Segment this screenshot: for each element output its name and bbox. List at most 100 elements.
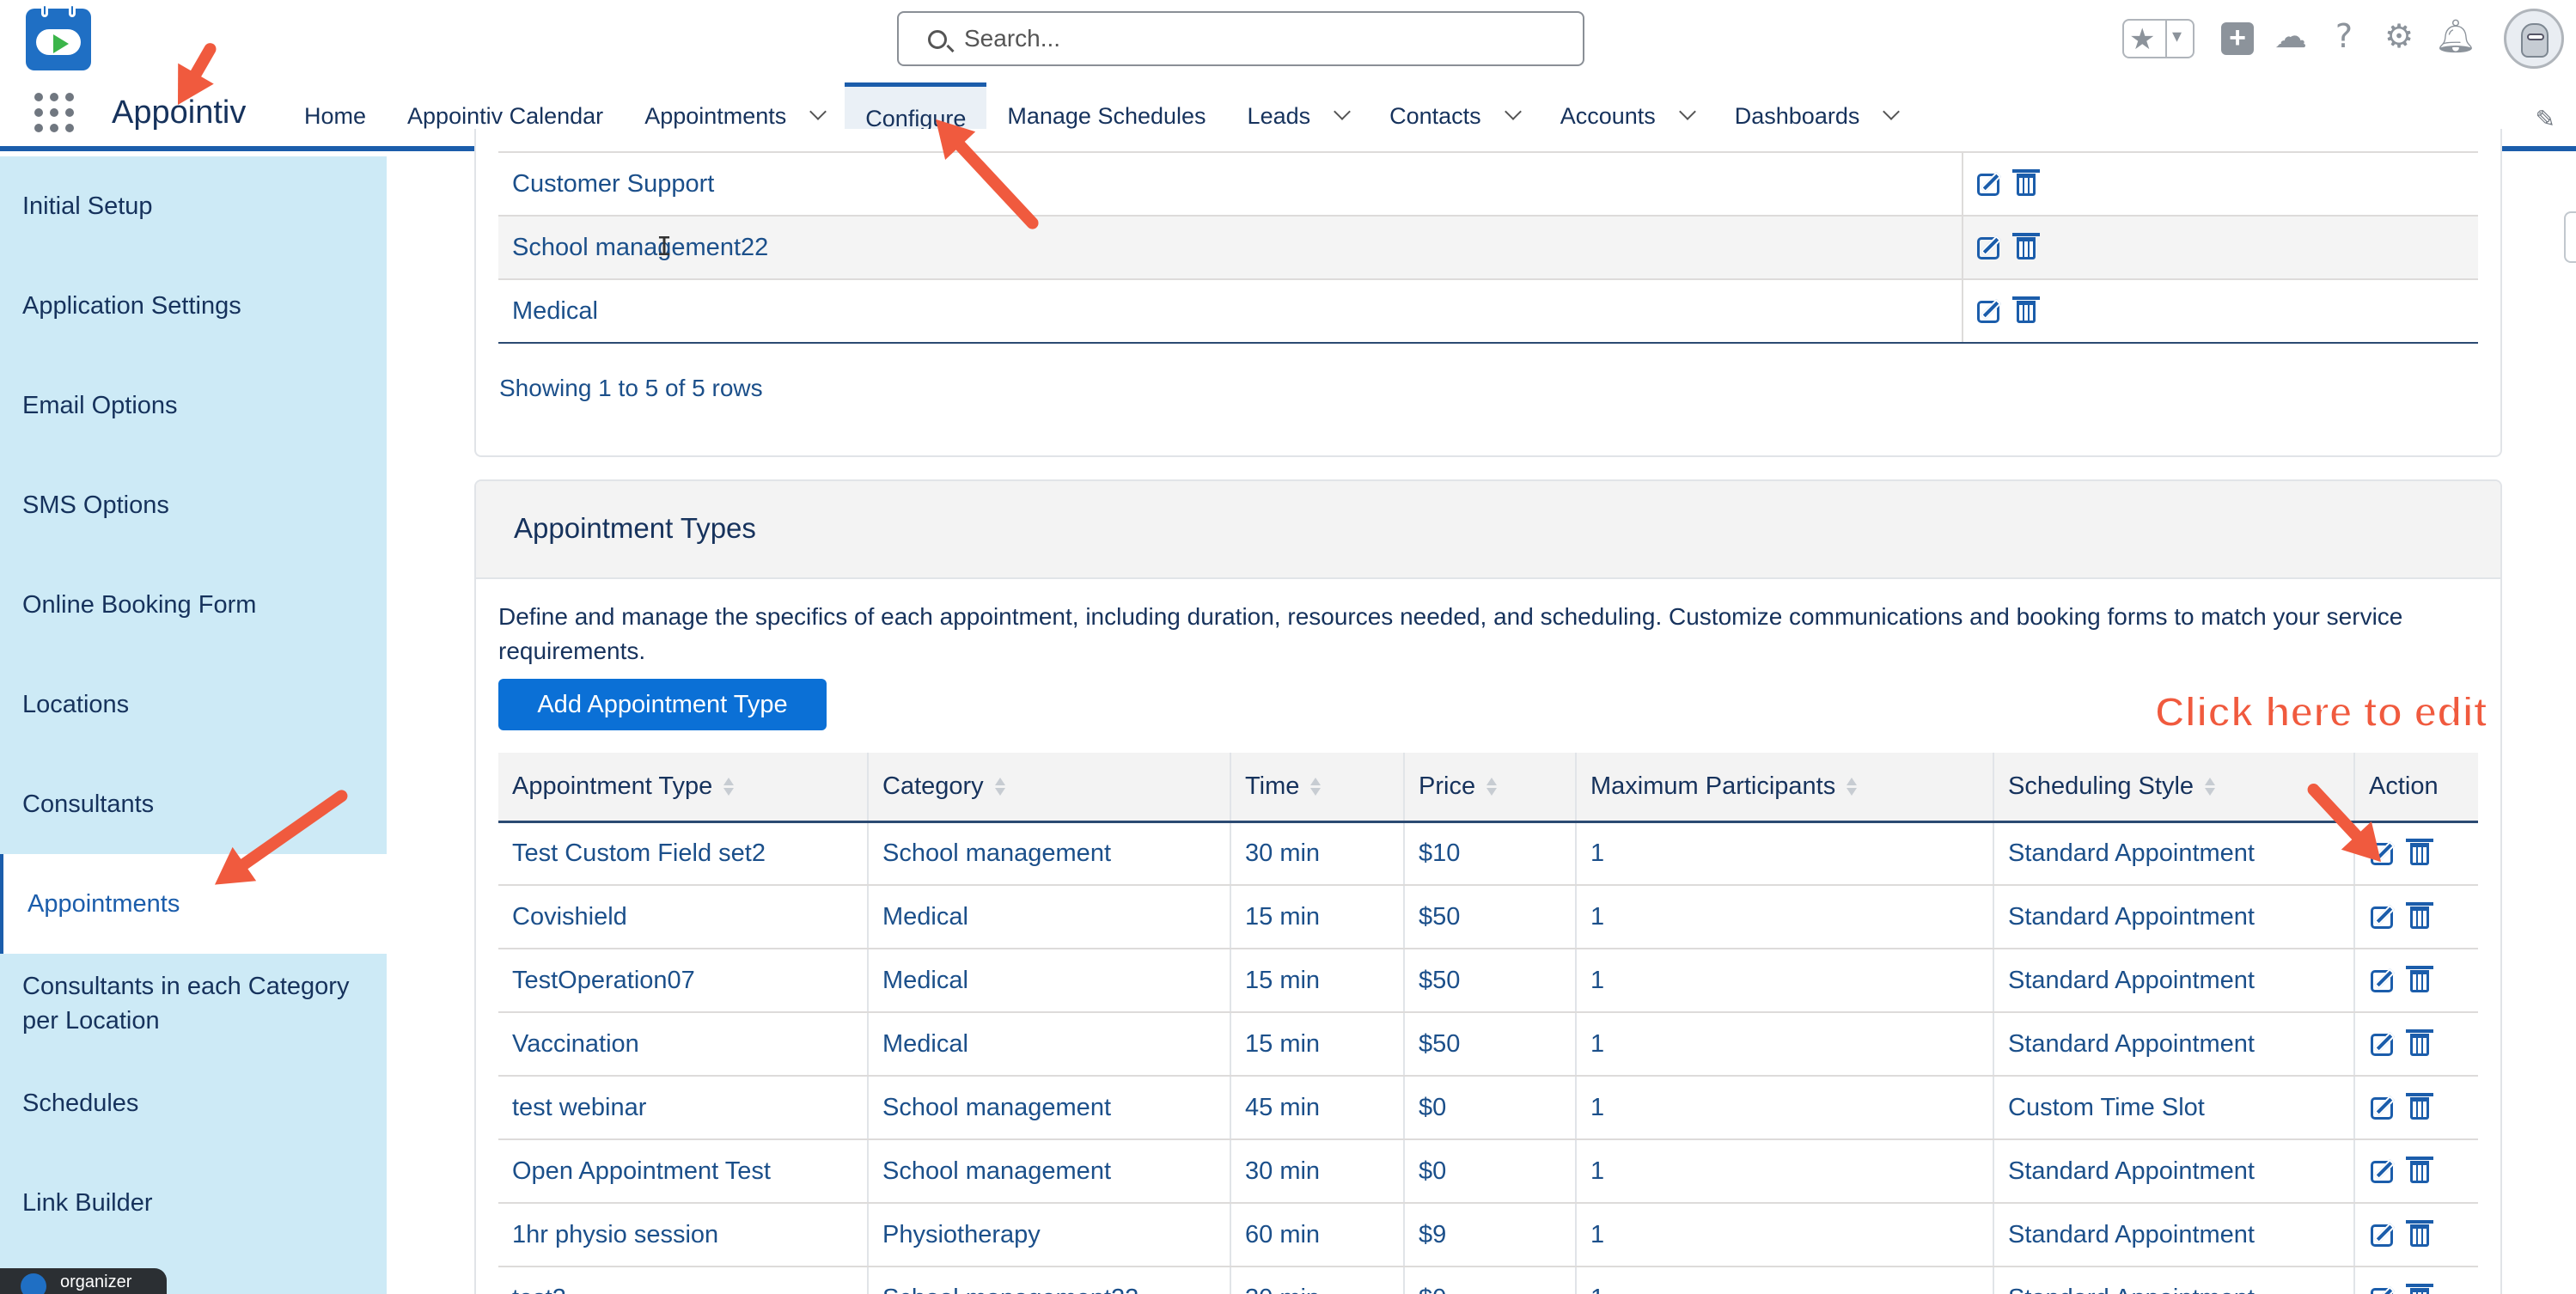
edit-icon[interactable]	[2371, 1224, 2393, 1247]
cell-category: School management22	[867, 1267, 1230, 1294]
cell-scheduling-style: Standard Appointment	[1993, 821, 2354, 886]
chevron-down-icon[interactable]	[1678, 103, 1696, 120]
text-cursor-icon: I	[656, 232, 673, 262]
cell-time: 30 min	[1230, 821, 1404, 886]
sort-icon[interactable]	[2204, 777, 2216, 797]
edit-icon[interactable]	[2371, 906, 2393, 929]
delete-icon[interactable]	[2406, 1092, 2433, 1120]
cell-scheduling-style: Custom Time Slot	[1993, 1076, 2354, 1140]
delete-icon[interactable]	[2012, 232, 2040, 259]
cell-price: $0	[1403, 1139, 1576, 1204]
cell-appointment-type: test2	[498, 1267, 868, 1294]
sort-icon[interactable]	[1486, 777, 1498, 797]
column-header-category[interactable]: Category	[867, 753, 1230, 823]
cell-scheduling-style: Standard Appointment	[1993, 885, 2354, 949]
cell-appointment-type: TestOperation07	[498, 949, 868, 1013]
sidebar-item-sms-options[interactable]: SMS Options	[0, 455, 387, 555]
edit-icon[interactable]	[1977, 300, 1999, 323]
sort-icon[interactable]	[723, 777, 735, 797]
sidebar-item-application-settings[interactable]: Application Settings	[0, 256, 387, 356]
delete-icon[interactable]	[2406, 1283, 2433, 1294]
delete-icon[interactable]	[2406, 901, 2433, 929]
sidebar-item-email-options[interactable]: Email Options	[0, 356, 387, 455]
edit-icon[interactable]	[2371, 1033, 2393, 1056]
notifications-bell-icon[interactable]: 🔔︎	[2435, 17, 2476, 55]
chevron-down-icon[interactable]	[809, 103, 827, 120]
global-search[interactable]	[897, 11, 1584, 66]
user-avatar[interactable]	[2504, 9, 2564, 69]
setup-gear-icon[interactable]: ⚙	[2380, 17, 2418, 55]
edit-icon[interactable]	[2371, 1160, 2393, 1183]
sidebar-item-online-booking-form[interactable]: Online Booking Form	[0, 555, 387, 655]
cell-price: $9	[1403, 1203, 1576, 1267]
chevron-down-icon[interactable]	[1883, 103, 1901, 120]
cell-category: Medical	[867, 1012, 1230, 1077]
help-icon[interactable]: ?	[2325, 17, 2363, 55]
cell-category: Physiotherapy	[867, 1203, 1230, 1267]
column-header-max-participants[interactable]: Maximum Participants	[1575, 753, 1993, 823]
table-row: Open Appointment Test School management 30…	[498, 1139, 2478, 1204]
edit-icon[interactable]	[2371, 1287, 2393, 1294]
app-launcher-icon[interactable]	[34, 93, 74, 132]
chevron-down-icon[interactable]	[1334, 103, 1352, 120]
chevron-down-icon[interactable]	[1504, 103, 1522, 120]
cell-appointment-type: test webinar	[498, 1076, 868, 1140]
sidebar-item-consultants-per-location[interactable]: Consultants in each Category per Locatio…	[0, 954, 387, 1053]
delete-icon[interactable]	[2406, 965, 2433, 992]
sidebar-item-appointments[interactable]: Appointments	[0, 854, 387, 954]
cell-price: $0	[1403, 1267, 1576, 1294]
nav-item-home[interactable]: Home	[284, 82, 387, 150]
sort-icon[interactable]	[1309, 777, 1322, 797]
edit-icon[interactable]	[1977, 236, 1999, 259]
delete-icon[interactable]	[2012, 168, 2040, 196]
config-sidebar: Initial Setup Application Settings Email…	[0, 156, 387, 1294]
card-header: Appointment Types	[476, 481, 2500, 579]
organizer-logo-icon	[21, 1273, 46, 1294]
edit-nav-pencil-icon[interactable]: ✎	[2536, 105, 2555, 133]
sort-icon[interactable]	[994, 777, 1005, 797]
sidebar-item-schedules[interactable]: Schedules	[0, 1053, 387, 1153]
sort-icon[interactable]	[1846, 777, 1858, 797]
cell-appointment-type: Open Appointment Test	[498, 1139, 868, 1204]
side-panel-handle[interactable]	[2564, 211, 2576, 263]
sidebar-item-initial-setup[interactable]: Initial Setup	[0, 156, 387, 256]
sidebar-item-link-builder[interactable]: Link Builder	[0, 1153, 387, 1253]
cell-time: 15 min	[1230, 885, 1404, 949]
add-appointment-type-button[interactable]: Add Appointment Type	[498, 679, 827, 730]
column-header-price[interactable]: Price	[1403, 753, 1576, 823]
edit-icon[interactable]	[2371, 969, 2393, 992]
column-header-scheduling-style[interactable]: Scheduling Style	[1993, 753, 2354, 823]
action-cell	[2353, 1139, 2478, 1204]
action-cell	[2353, 885, 2478, 949]
column-header-action: Action	[2353, 753, 2478, 823]
cell-price: $50	[1403, 885, 1576, 949]
edit-icon[interactable]	[2371, 1096, 2393, 1120]
table-row: School management22	[498, 215, 2478, 279]
trailhead-icon[interactable]: ☁	[2272, 17, 2310, 55]
favorites-button[interactable]: ★ ▾	[2122, 19, 2194, 58]
category-name: Customer Support	[498, 151, 1963, 216]
action-cell	[2353, 1076, 2478, 1140]
sidebar-item-locations[interactable]: Locations	[0, 655, 387, 754]
delete-icon[interactable]	[2406, 1156, 2433, 1183]
nav-item-label: Home	[304, 103, 367, 129]
delete-icon[interactable]	[2406, 1028, 2433, 1056]
table-row: Covishield Medical 15 min $50 1 Standard Appo…	[498, 885, 2478, 949]
cell-appointment-type: Test Custom Field set2	[498, 821, 868, 886]
delete-icon[interactable]	[2406, 1219, 2433, 1247]
cell-max-participants: 1	[1575, 949, 1993, 1013]
search-input[interactable]	[964, 21, 1566, 56]
app-logo-icon[interactable]	[26, 3, 91, 70]
cell-price: $0	[1403, 1076, 1576, 1140]
card-description: Define and manage the specifics of each …	[498, 603, 2403, 664]
delete-icon[interactable]	[2406, 839, 2433, 866]
edit-icon[interactable]	[1977, 173, 1999, 196]
favorites-dropdown-icon[interactable]: ▾	[2172, 26, 2182, 47]
table-row: Test Custom Field set2 School management 3…	[498, 821, 2478, 886]
organizer-widget[interactable]: organizer	[0, 1268, 167, 1294]
delete-icon[interactable]	[2012, 296, 2040, 323]
column-header-time[interactable]: Time	[1230, 753, 1404, 823]
global-actions-plus-icon[interactable]: +	[2221, 22, 2254, 55]
column-header-appointment-type[interactable]: Appointment Type	[498, 753, 868, 823]
action-cell	[1962, 151, 2478, 216]
